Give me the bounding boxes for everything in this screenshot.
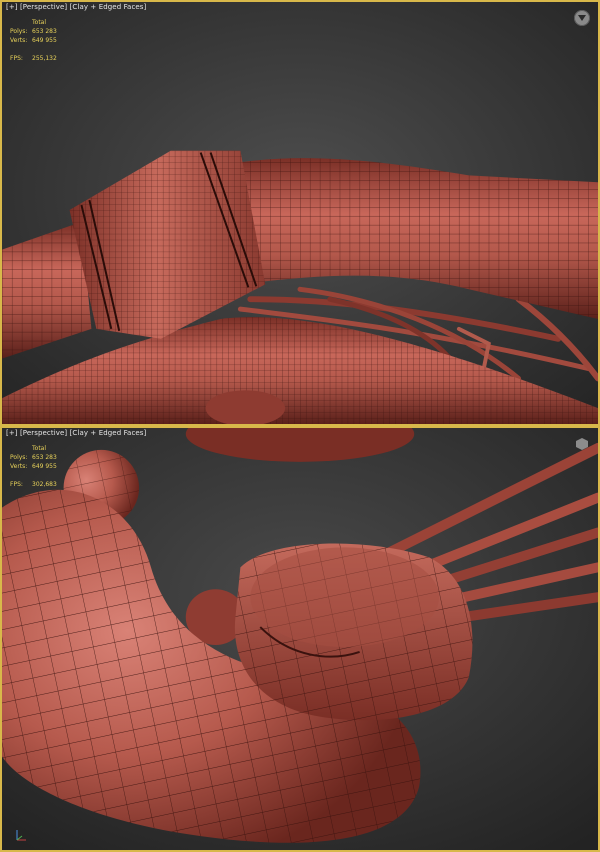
axis-tripod-icon: [16, 830, 26, 841]
viewport-top-label[interactable]: [+] [Perspective] [Clay + Edged Faces]: [6, 3, 146, 11]
viewcube-home-icon[interactable]: [574, 10, 590, 26]
viewport-top-stats: Total Polys: 653 283 Verts: 649 955 FPS: 25…: [10, 18, 57, 63]
polys-label: Polys:: [10, 454, 28, 461]
viewport-top-scene: [2, 2, 598, 424]
viewport-top[interactable]: [+] [Perspective] [Clay + Edged Faces] T…: [0, 0, 600, 426]
verts-value: 649 955: [32, 463, 57, 470]
polys-value: 653 283: [32, 28, 57, 35]
fps-label: FPS:: [10, 55, 23, 62]
verts-label: Verts:: [10, 37, 28, 44]
stats-header: Total: [32, 19, 47, 26]
viewport-bottom-label[interactable]: [+] [Perspective] [Clay + Edged Faces]: [6, 429, 146, 437]
stats-header: Total: [32, 445, 47, 452]
fps-value: 255,132: [32, 55, 57, 62]
viewport-bottom-scene: [2, 428, 598, 850]
verts-value: 649 955: [32, 37, 57, 44]
verts-label: Verts:: [10, 463, 28, 470]
viewport-bottom-stats: Total Polys: 653 283 Verts: 649 955 FPS: 30…: [10, 444, 57, 489]
fps-label: FPS:: [10, 481, 23, 488]
polys-value: 653 283: [32, 454, 57, 461]
viewport-bottom[interactable]: [+] [Perspective] [Clay + Edged Faces] T…: [0, 426, 600, 852]
fps-value: 302,683: [32, 481, 57, 488]
polys-label: Polys:: [10, 28, 28, 35]
